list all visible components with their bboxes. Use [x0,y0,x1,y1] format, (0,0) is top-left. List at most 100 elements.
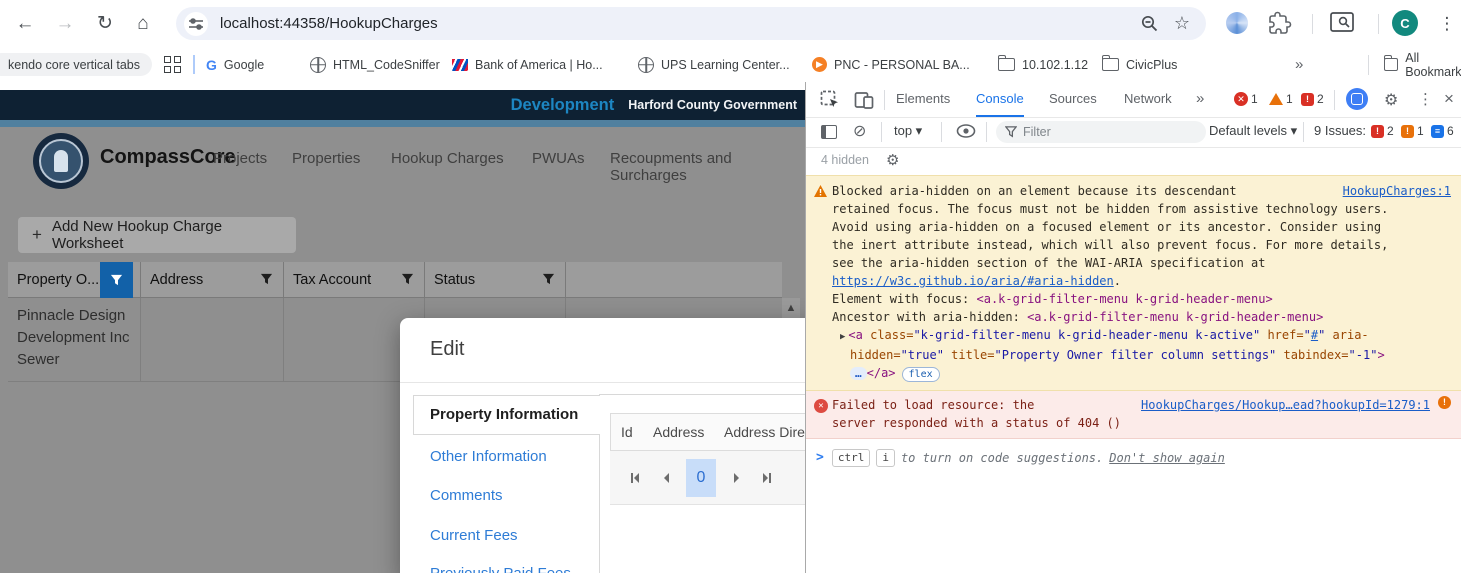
tab-current-fees[interactable]: Current Fees [430,527,518,544]
back-icon[interactable]: ← [10,0,40,47]
flex-badge[interactable]: flex [901,367,940,382]
modal-divider [400,382,805,383]
expand-triangle-icon[interactable]: ▶ [840,332,845,342]
console-sidebar-icon[interactable] [821,125,837,139]
extension-swirl-icon[interactable] [1226,12,1248,34]
issues-summary-label[interactable]: 9 Issues: [1314,123,1366,138]
inner-col-address-dire[interactable]: Address Dire [714,413,805,451]
pager-next-icon[interactable] [725,472,747,483]
issue-link-icon[interactable]: ! [1438,396,1451,409]
log-levels-dropdown[interactable]: Default levels ▾ [1209,123,1297,139]
col-header-tax-account[interactable]: Tax Account [284,262,425,298]
zoom-icon[interactable] [1141,15,1158,32]
filter-funnel-icon[interactable] [542,273,555,286]
bookmark-ups-learning[interactable]: UPS Learning Center... [638,47,790,82]
bookmark-html-codesniffer[interactable]: HTML_CodeSniffer [310,47,440,82]
source-link[interactable]: HookupCharges:1 [1343,182,1451,200]
live-expression-eye-icon[interactable] [956,123,976,139]
site-info-icon[interactable] [184,11,208,36]
tab-console[interactable]: Console [976,82,1024,117]
href-link[interactable]: # [1311,328,1318,342]
plus-icon: + [32,225,42,244]
device-toolbar-icon[interactable] [854,90,874,110]
tab-group-chip[interactable]: kendo core vertical tabs [0,53,153,76]
bookmark-pnc[interactable]: ▶ PNC - PERSONAL BA... [812,47,970,82]
nav-projects[interactable]: Projects [213,150,267,167]
tab-sources[interactable]: Sources [1049,82,1097,115]
row-cell-address[interactable] [141,298,284,382]
nav-pwuas[interactable]: PWUAs [532,150,585,167]
ellipsis-expand-icon[interactable]: … [850,367,867,380]
bookmark-google[interactable]: G Google [206,47,264,82]
all-bookmarks[interactable]: All Bookmarks [1384,47,1461,82]
apps-grid-icon[interactable] [164,56,181,73]
nav-hookup-charges[interactable]: Hookup Charges [391,150,504,167]
tab-elements[interactable]: Elements [896,82,950,115]
forward-icon[interactable]: → [50,0,80,47]
tab-previously-paid-fees[interactable]: Previously Paid Fees [430,565,571,573]
tab-network[interactable]: Network [1124,82,1172,115]
nav-recoupments[interactable]: Recoupments and Surcharges [610,150,805,184]
boa-favicon [452,58,468,71]
issues-badge[interactable]: ! 2 [1301,92,1324,106]
tab-property-information[interactable]: Property Information [413,395,600,435]
home-icon[interactable]: ⌂ [128,0,158,47]
console-filter-input[interactable]: Filter [996,121,1206,143]
address-bar[interactable]: localhost:44358/HookupCharges ☆ [176,7,1206,40]
filter-funnel-icon[interactable] [401,273,414,286]
issues-count-orange[interactable]: ! 1 [1401,124,1424,138]
ancestor-element-ref[interactable]: <a.k-grid-filter-menu k-grid-header-menu… [1027,310,1323,324]
pager-last-icon[interactable] [756,472,778,483]
filter-funnel-icon[interactable] [260,273,273,286]
error-badge[interactable]: ✕ 1 [1234,92,1258,106]
tab-other-information[interactable]: Other Information [430,448,547,465]
bookmarks-overflow-icon[interactable]: » [1295,47,1303,82]
pager-current-page[interactable]: 0 [686,458,716,497]
pager-first-icon[interactable] [624,472,646,483]
error-circle-icon: ✕ [814,399,828,413]
inner-col-id[interactable]: Id [610,413,644,451]
property-owner-filter-button[interactable] [100,262,133,299]
inner-col-address[interactable]: Address [643,413,715,451]
hidden-settings-gear-icon[interactable]: ⚙ [886,151,899,169]
profile-avatar[interactable]: C [1392,10,1418,36]
bookmark-bank-of-america[interactable]: Bank of America | Ho... [452,47,603,82]
pager-prev-icon[interactable] [655,472,677,483]
inspect-element-icon[interactable] [820,90,840,110]
extensions-puzzle-icon[interactable] [1268,11,1292,35]
scroll-up-icon[interactable]: ▲ [782,302,800,314]
console-error-entry[interactable]: ✕ Failed to load resource: the HookupChar… [806,391,1461,439]
add-worksheet-button[interactable]: + Add New Hookup Charge Worksheet [18,217,296,253]
bookmark-folder-ip[interactable]: 10.102.1.12 [998,47,1088,82]
devtools-menu-icon[interactable]: ⋮ [1418,90,1433,108]
clear-console-icon[interactable]: ⊘ [853,121,866,141]
browser-menu-icon[interactable]: ⋮ [1432,0,1461,47]
console-prompt[interactable]: > ctrl i to turn on code suggestions. Do… [806,439,1461,467]
issues-count-blue[interactable]: ≡ 6 [1431,124,1454,138]
nav-properties[interactable]: Properties [292,150,360,167]
warning-badge[interactable]: 1 [1269,92,1293,106]
bookmark-folder-civicplus[interactable]: CivicPlus [1102,47,1177,82]
compasscore-logo[interactable] [33,133,89,189]
tab-comments[interactable]: Comments [430,487,503,504]
hidden-messages-row: 4 hidden ⚙ [806,147,1461,176]
more-tabs-icon[interactable]: » [1196,82,1204,115]
environment-label: Development [510,95,615,114]
aria-spec-link[interactable]: https://w3c.github.io/aria/#aria-hidden [832,274,1114,288]
focused-element-ref[interactable]: <a.k-grid-filter-menu k-grid-header-menu… [977,292,1273,306]
dont-show-again-link[interactable]: Don't show again [1109,449,1225,467]
issues-count-red[interactable]: ! 2 [1371,124,1394,138]
context-selector[interactable]: top ▾ [894,123,922,139]
bookmark-star-icon[interactable]: ☆ [1174,13,1190,34]
devtools-settings-icon[interactable]: ⚙ [1384,90,1398,110]
col-header-status[interactable]: Status [425,262,566,298]
row-cell-owner[interactable]: Pinnacle Design Development Inc Sewer [8,298,141,382]
col-header-address[interactable]: Address [141,262,284,298]
console-warning-entry[interactable]: Blocked aria-hidden on an element becaus… [806,175,1461,391]
side-panel-icon[interactable] [1330,12,1354,34]
reload-icon[interactable]: ↻ [90,0,120,47]
devtools-close-icon[interactable]: × [1444,89,1454,109]
devtools-ai-icon[interactable] [1346,88,1368,110]
error-source-link[interactable]: HookupCharges/Hookup…ead?hookupId=1279:1 [1141,396,1430,414]
url-text[interactable]: localhost:44358/HookupCharges [220,15,438,32]
